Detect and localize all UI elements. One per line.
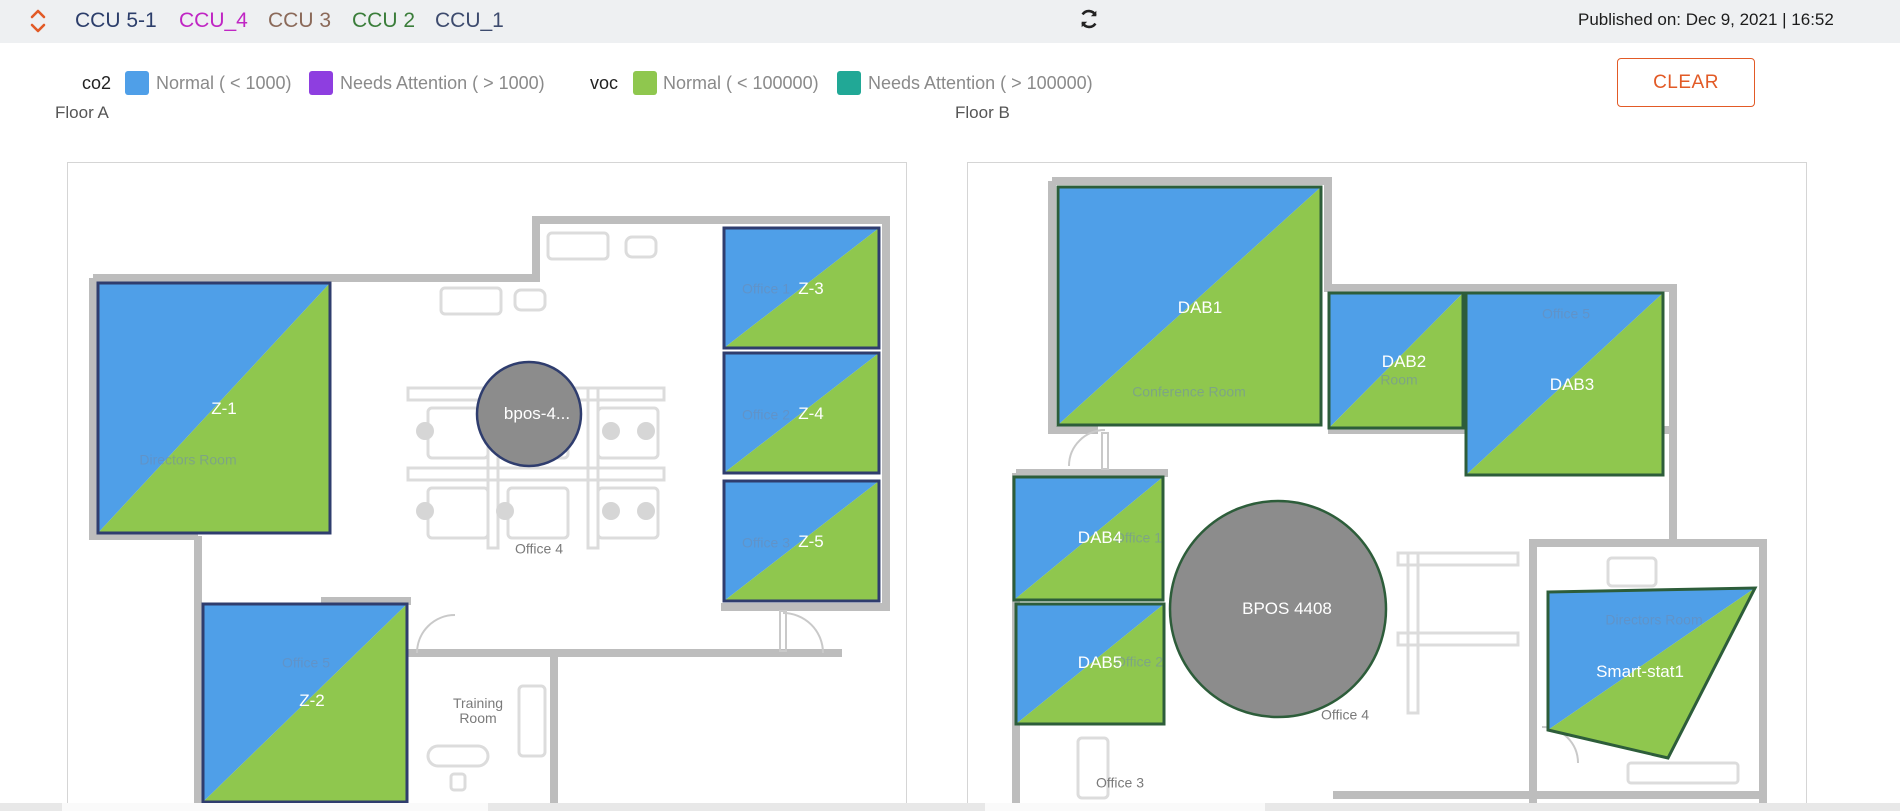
tab-ccu-5-1[interactable]: CCU 5-1 [75,9,157,33]
zone-smart-stat1-label[interactable]: Smart-stat1 [1596,662,1684,682]
zone-dab2-label[interactable]: DAB2 [1382,352,1426,372]
zone-z4-label[interactable]: Z-4 [798,404,824,424]
zone-z2-label[interactable]: Z-2 [299,691,325,711]
room-office1-label: Office 1 [742,280,790,297]
bpos-4408-label[interactable]: BPOS 4408 [1242,599,1332,619]
scroll-thumb-floor-a[interactable] [62,803,488,811]
legend-co2-attention-label: Needs Attention ( > 1000) [340,73,545,93]
legend-voc-key: voc [590,73,619,93]
room-office3-label: Office 3 [742,534,790,551]
room-office5-label: Office 5 [1542,305,1590,322]
legend-co2-normal-swatch [125,71,149,95]
refresh-icon[interactable] [1078,8,1100,30]
zone-dab4-label[interactable]: DAB4 [1078,528,1122,548]
horizontal-scrollbar[interactable] [0,803,1900,811]
floor-plan-b: Conference Room Room Office 5 Office 1 O… [967,162,1807,811]
zone-z5-label[interactable]: Z-5 [798,532,824,552]
room-directors-label: Directors Room [1605,611,1703,628]
tab-ccu-1[interactable]: CCU_1 [435,9,504,33]
floor-b-title: Floor B [955,106,1010,118]
floor-plan-a: Directors Room Office 4 Office 5 Office … [67,162,907,811]
legend-voc-attention-label: Needs Attention ( > 100000) [868,73,1093,93]
top-bar: CCU 5-1 CCU_4 CCU 3 CCU 2 CCU_1 Publishe… [0,0,1900,43]
scroll-thumb-floor-b[interactable] [985,803,1265,811]
room-room-label: Room [1380,371,1418,388]
floor-b-walls [1012,177,1767,810]
legend-bar: co2 Normal ( < 1000) Needs Attention ( >… [0,43,1900,123]
zone-dab5-label[interactable]: DAB5 [1078,653,1122,673]
zone-dab1-label[interactable]: DAB1 [1178,298,1222,318]
clear-button[interactable]: CLEAR [1617,58,1755,107]
zone-z3-label[interactable]: Z-3 [798,279,824,299]
room-conference-label: Conference Room [1132,383,1246,400]
zone-z1-label[interactable]: Z-1 [211,399,237,419]
sort-up-down-icon[interactable] [28,8,48,34]
legend-co2-key: co2 [82,73,112,93]
room-office2-label: Office 2 [742,406,790,423]
legend-co2-normal-label: Normal ( < 1000) [156,73,292,93]
room-office4-label: Office 4 [1321,706,1369,723]
legend-voc-attention-swatch [837,71,861,95]
tab-ccu-3[interactable]: CCU 3 [268,9,331,33]
room-directors-label: Directors Room [139,451,237,468]
tab-ccu-4[interactable]: CCU_4 [179,9,248,33]
tab-ccu-2[interactable]: CCU 2 [352,9,415,33]
room-training-label: Training Room [452,695,504,726]
room-office3-label: Office 3 [1096,774,1144,791]
room-office4-label: Office 4 [515,540,563,557]
legend-voc-normal-swatch [633,71,657,95]
zone-dab3-label[interactable]: DAB3 [1550,375,1594,395]
bpos-label[interactable]: bpos-4... [504,404,570,424]
room-office5-label: Office 5 [282,654,330,671]
published-timestamp: Published on: Dec 9, 2021 | 16:52 [1578,10,1834,29]
legend-voc-normal-label: Normal ( < 100000) [663,73,819,93]
legend-co2-attention-swatch [309,71,333,95]
floor-a-title: Floor A [55,106,109,118]
